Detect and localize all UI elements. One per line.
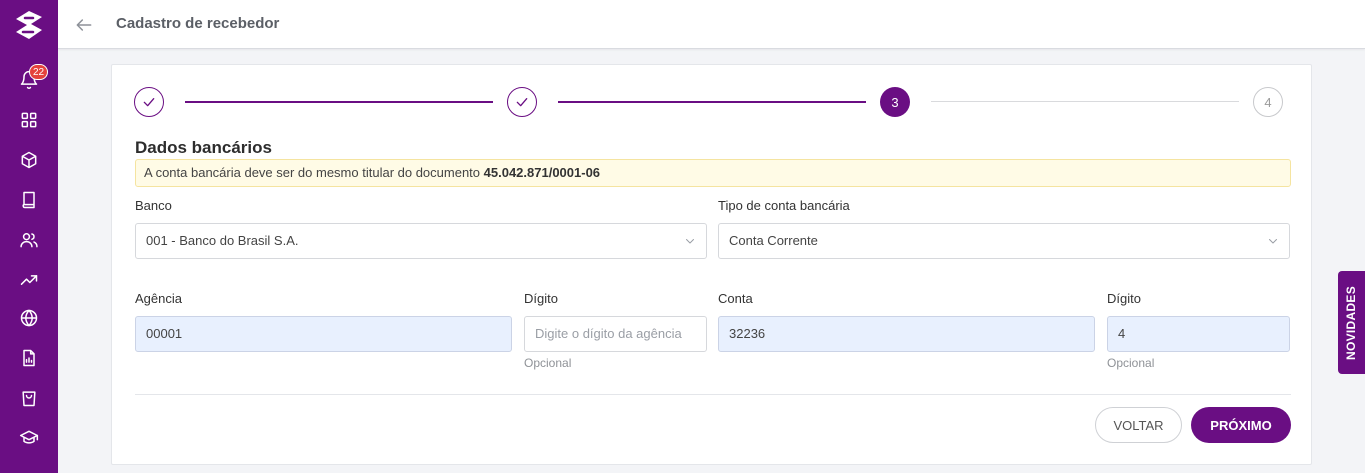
sidebar-item-academy[interactable] <box>0 420 58 456</box>
step-connector-2 <box>558 101 866 103</box>
report-icon <box>23 349 35 367</box>
account-type-label: Tipo de conta bancária <box>718 198 850 213</box>
page-title: Cadastro de recebedor <box>116 15 280 32</box>
book-icon <box>22 191 35 209</box>
next-button[interactable]: PRÓXIMO <box>1191 407 1291 443</box>
form-divider <box>135 394 1291 395</box>
box-icon <box>21 151 37 169</box>
step-4: 4 <box>1253 87 1283 117</box>
grid-icon <box>21 112 37 128</box>
agency-input[interactable]: 00001 <box>135 316 512 352</box>
back-arrow-button[interactable] <box>72 13 96 37</box>
brand-logo-icon[interactable] <box>9 5 49 45</box>
top-header: Cadastro de recebedor <box>58 0 1365 49</box>
step-2 <box>507 87 537 117</box>
bank-select-value: 001 - Banco do Brasil S.A. <box>146 233 299 248</box>
sidebar-item-products[interactable] <box>0 142 58 178</box>
sidebar-item-web[interactable] <box>0 300 58 336</box>
sidebar-item-reports[interactable] <box>0 340 58 376</box>
bank-label: Banco <box>135 198 172 213</box>
users-icon <box>20 233 38 248</box>
sidebar-item-courses[interactable] <box>0 182 58 218</box>
graduation-icon <box>19 430 39 444</box>
back-button[interactable]: VOLTAR <box>1095 407 1182 443</box>
globe-icon <box>20 309 38 327</box>
account-digit-input[interactable]: 4 <box>1107 316 1290 352</box>
sidebar-item-analytics[interactable] <box>0 262 58 298</box>
agency-digit-label: Dígito <box>524 291 558 306</box>
account-digit-label: Dígito <box>1107 291 1141 306</box>
step-1 <box>134 87 164 117</box>
sidebar: 22 <box>0 0 58 473</box>
chevron-down-icon <box>1269 239 1277 244</box>
account-label: Conta <box>718 291 753 306</box>
account-type-select[interactable]: Conta Corrente <box>718 223 1290 259</box>
step-connector-1 <box>185 101 493 103</box>
bag-icon <box>22 391 36 407</box>
chevron-down-icon <box>686 239 694 244</box>
account-digit-hint: Opcional <box>1107 356 1155 370</box>
news-side-tab-label: NOVIDADES <box>1344 285 1359 360</box>
alert-document: 45.042.871/0001-06 <box>483 165 601 180</box>
news-side-tab[interactable]: NOVIDADES <box>1338 271 1365 374</box>
sidebar-item-dashboard[interactable] <box>0 102 58 138</box>
sidebar-item-users[interactable] <box>0 222 58 258</box>
check-icon <box>516 98 528 107</box>
step-connector-3 <box>931 101 1239 102</box>
section-title: Dados bancários <box>135 138 272 157</box>
notification-badge: 22 <box>29 64 49 80</box>
account-input[interactable]: 32236 <box>718 316 1095 352</box>
arrow-left-icon <box>76 19 92 31</box>
agency-digit-input[interactable]: Digite o dígito da agência <box>524 316 707 352</box>
trending-icon <box>20 275 38 285</box>
account-holder-alert: A conta bancária deve ser do mesmo titul… <box>135 159 1291 187</box>
sidebar-item-store[interactable] <box>0 380 58 416</box>
bank-select[interactable]: 001 - Banco do Brasil S.A. <box>135 223 707 259</box>
alert-text: A conta bancária deve ser do mesmo titul… <box>144 165 484 180</box>
check-icon <box>143 98 155 107</box>
step-3: 3 <box>880 87 910 117</box>
bank-form-card: 3 4 Dados bancários A conta bancária dev… <box>111 64 1312 465</box>
agency-label: Agência <box>135 291 182 306</box>
agency-digit-hint: Opcional <box>524 356 572 370</box>
account-type-select-value: Conta Corrente <box>729 233 818 248</box>
